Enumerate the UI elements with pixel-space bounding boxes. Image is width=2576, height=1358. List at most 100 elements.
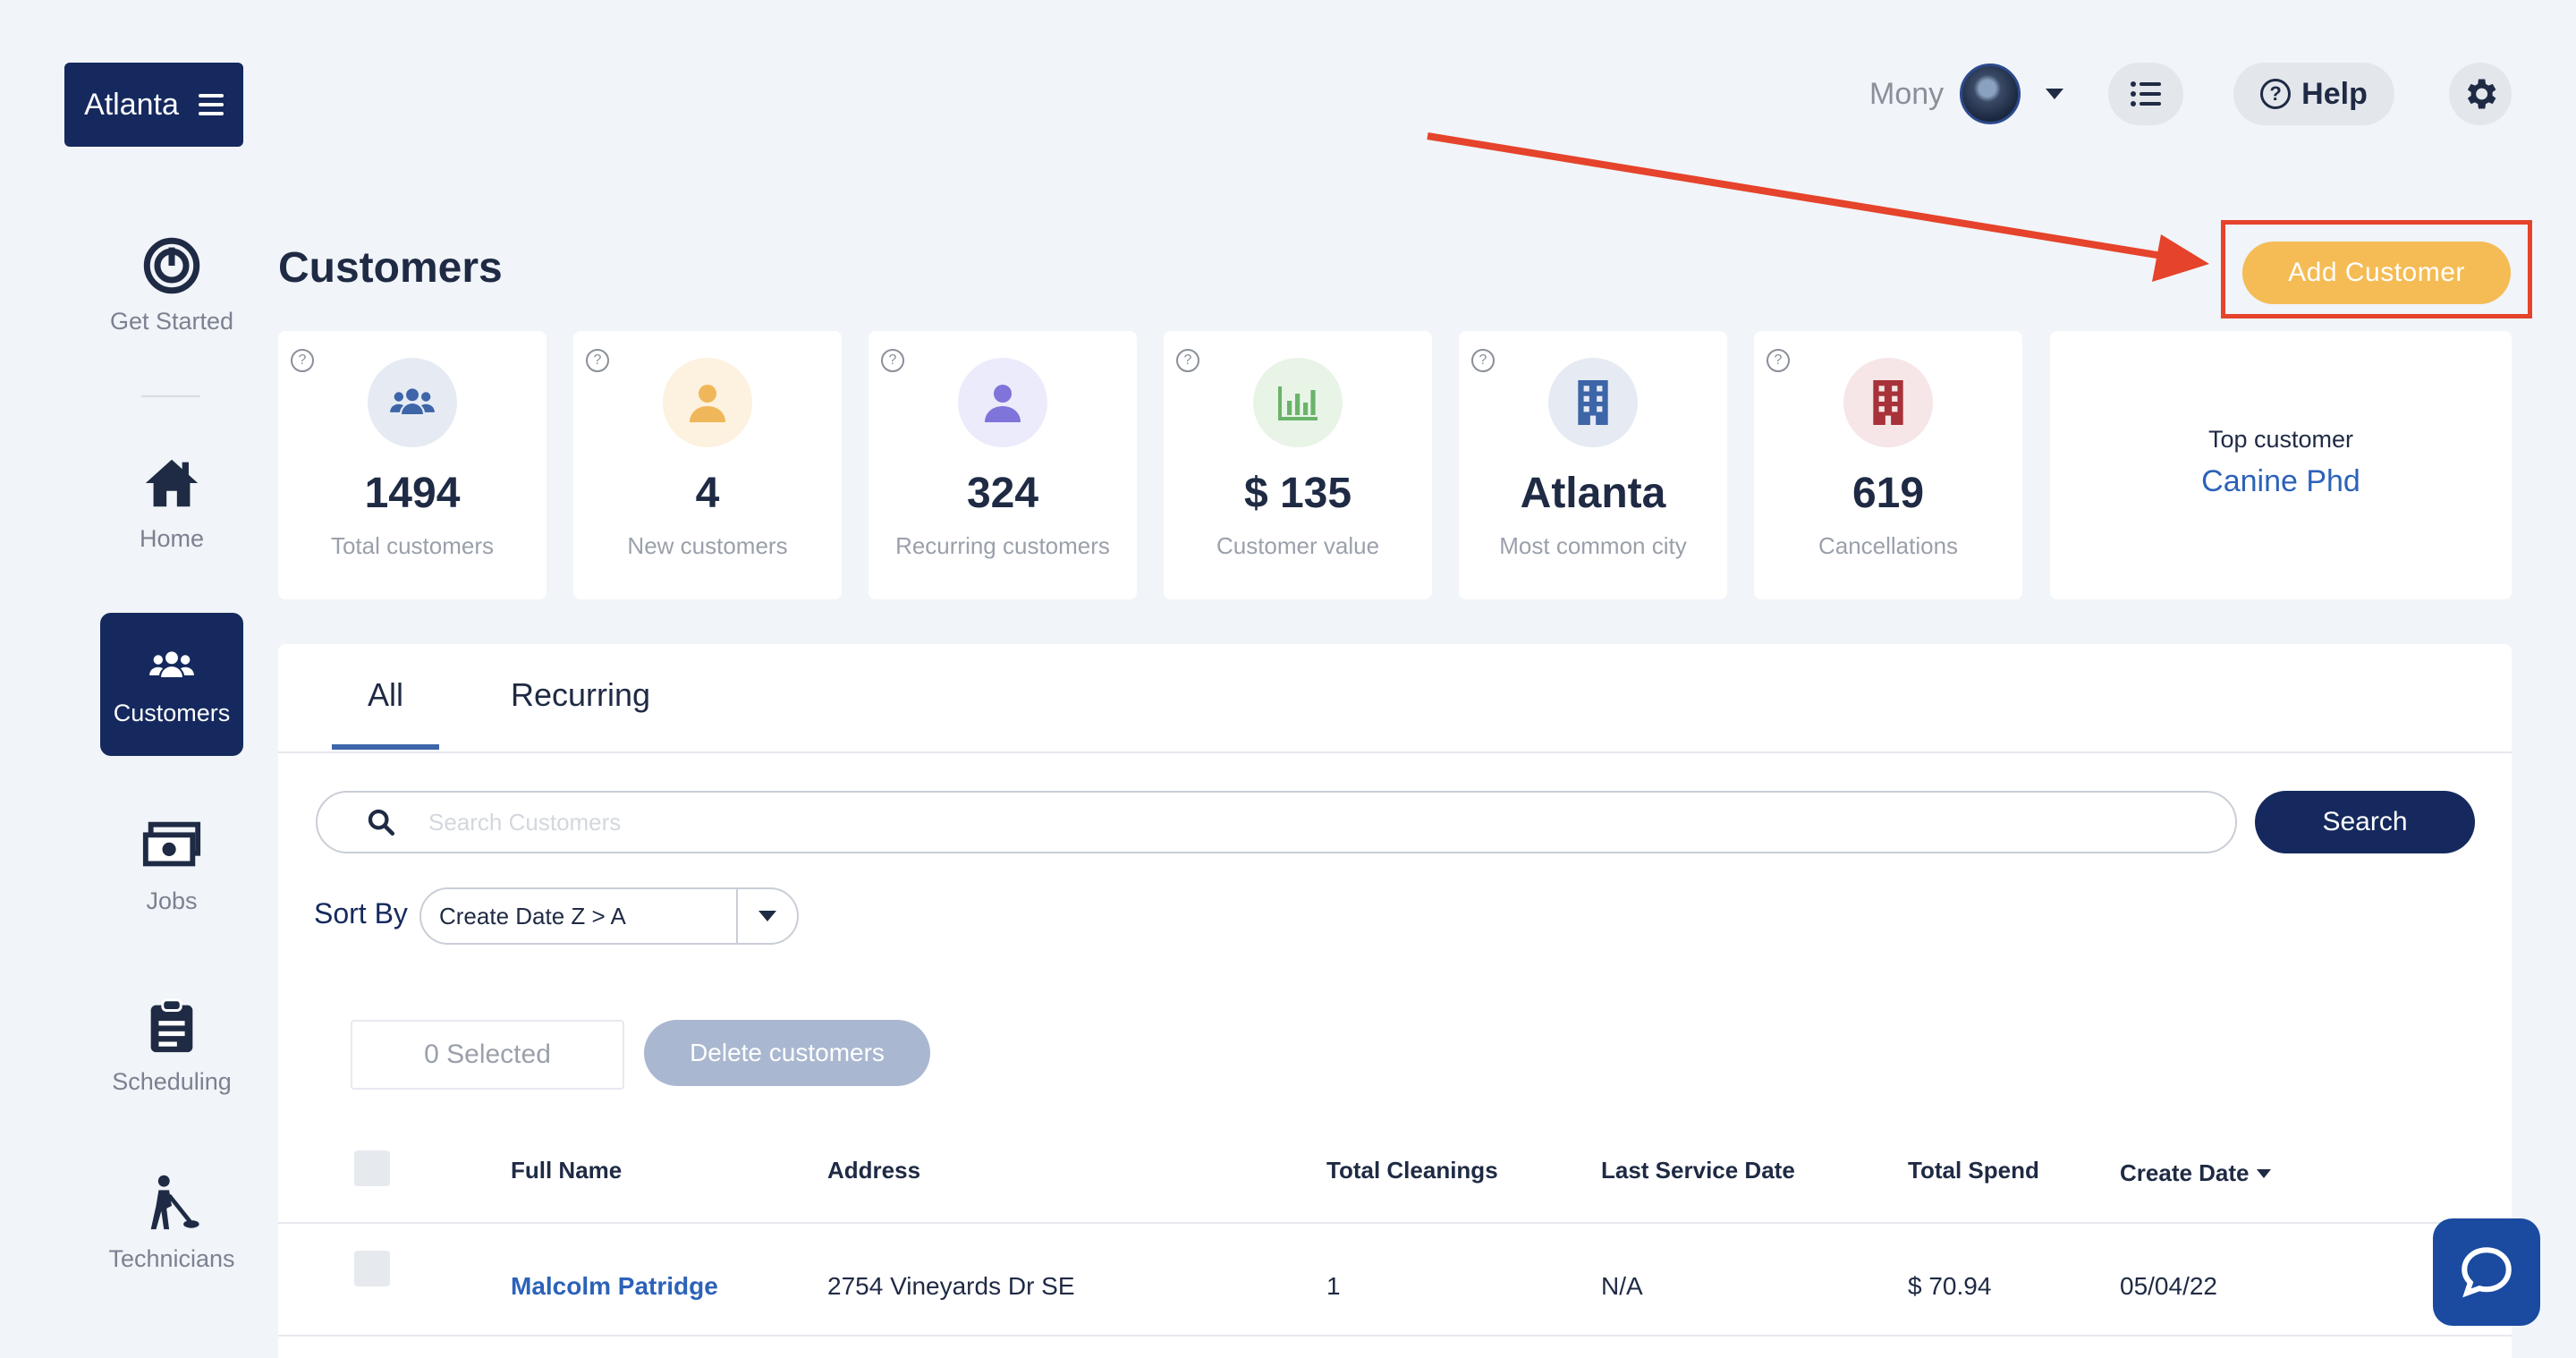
chat-icon	[2462, 1247, 2512, 1298]
sort-value: Create Date Z > A	[439, 902, 626, 929]
search-input[interactable]	[428, 808, 2128, 836]
help-button[interactable]: ? Help	[2233, 63, 2394, 125]
sidebar-item-scheduling[interactable]: Scheduling	[100, 995, 243, 1096]
sidebar-item-label: Scheduling	[112, 1068, 232, 1095]
sidebar-item-customers[interactable]: Customers	[100, 613, 243, 756]
brand-label: Atlanta	[84, 87, 179, 122]
top-customer-link[interactable]: Canine Phd	[2201, 464, 2360, 499]
select-all-checkbox[interactable]	[354, 1150, 390, 1186]
sidebar-item-jobs[interactable]: Jobs	[100, 814, 243, 915]
stat-value: 324	[966, 470, 1039, 517]
column-header-total-cleanings[interactable]: Total Cleanings	[1326, 1157, 1498, 1184]
power-icon	[143, 237, 200, 294]
user-icon	[663, 358, 752, 447]
user-menu[interactable]: Mony	[1869, 63, 2064, 125]
delete-customers-button[interactable]: Delete customers	[644, 1020, 930, 1086]
question-icon[interactable]: ?	[881, 349, 904, 372]
stat-card-new-customers: ? 4 New customers	[573, 331, 842, 599]
sidebar-item-get-started[interactable]: Get Started	[100, 234, 243, 335]
search-button[interactable]: Search	[2255, 791, 2475, 853]
stat-label: Cancellations	[1818, 532, 1959, 559]
sidebar-item-label: Technicians	[108, 1245, 235, 1272]
customer-name-link[interactable]: Malcolm Patridge	[511, 1272, 718, 1301]
stat-card-cancellations: ? 619 Cancellations	[1754, 331, 2022, 599]
search-icon	[368, 809, 395, 836]
sidebar-item-label: Jobs	[146, 887, 198, 914]
gear-icon	[2467, 79, 2496, 109]
chevron-down-icon	[736, 889, 797, 943]
search-field	[316, 791, 2237, 853]
sidebar-item-home[interactable]: Home	[100, 452, 243, 553]
stat-card-customer-value: ? $ 135 Customer value	[1164, 331, 1432, 599]
chart-icon	[1253, 358, 1343, 447]
customers-panel: All Recurring Search Sort By Create Date…	[278, 644, 2512, 1358]
clipboard-icon	[150, 998, 193, 1053]
sort-label: Sort By	[314, 897, 408, 929]
question-icon: ?	[2260, 79, 2292, 109]
sort-desc-icon	[2256, 1168, 2271, 1178]
cleaner-icon	[150, 1175, 199, 1230]
stat-card-recurring-customers: ? 324 Recurring customers	[869, 331, 1137, 599]
add-customer-button[interactable]: Add Customer	[2242, 242, 2511, 304]
sidebar-item-label: Customers	[113, 699, 231, 726]
column-header-last-service-date[interactable]: Last Service Date	[1601, 1157, 1795, 1184]
selected-count: 0 Selected	[351, 1020, 624, 1090]
question-icon[interactable]: ?	[1176, 349, 1199, 372]
user-icon	[958, 358, 1047, 447]
column-header-total-spend[interactable]: Total Spend	[1908, 1157, 2039, 1184]
users-icon	[368, 358, 457, 447]
settings-button[interactable]	[2449, 63, 2512, 125]
list-icon	[2131, 81, 2161, 106]
stat-value: 619	[1852, 470, 1925, 517]
users-icon	[149, 650, 194, 677]
row-checkbox[interactable]	[354, 1251, 390, 1286]
sidebar-item-technicians[interactable]: Technicians	[100, 1172, 243, 1273]
chevron-down-icon	[2046, 89, 2064, 99]
table-divider	[278, 1335, 2512, 1337]
cell-last-service-date: N/A	[1601, 1272, 1643, 1300]
stat-value: 1494	[364, 470, 461, 517]
cell-address: 2754 Vineyards Dr SE	[827, 1272, 1075, 1300]
stat-card-total-customers: ? 1494 Total customers	[278, 331, 547, 599]
stat-label: Most common city	[1499, 532, 1687, 559]
sidebar-divider	[141, 395, 200, 397]
stat-card-most-common-city: ? Atlanta Most common city	[1459, 331, 1727, 599]
stat-value: Atlanta	[1520, 470, 1666, 517]
sidebar-item-label: Get Started	[109, 308, 234, 335]
list-button[interactable]	[2108, 63, 2183, 125]
tab-bar: All Recurring	[278, 644, 2512, 753]
building-icon	[1548, 358, 1638, 447]
tab-all[interactable]: All	[368, 676, 403, 714]
sidebar-item-label: Home	[139, 525, 205, 552]
location-menu-button[interactable]: Atlanta	[64, 63, 243, 147]
page-title: Customers	[278, 244, 503, 292]
column-header-full-name[interactable]: Full Name	[511, 1157, 622, 1184]
cell-total-spend: $ 70.94	[1908, 1272, 1992, 1300]
question-icon[interactable]: ?	[586, 349, 609, 372]
user-name: Mony	[1869, 76, 1945, 111]
column-header-create-date[interactable]: Create Date	[2120, 1159, 2271, 1187]
question-icon[interactable]: ?	[291, 349, 314, 372]
stat-label: New customers	[627, 532, 788, 559]
sort-select[interactable]: Create Date Z > A	[419, 887, 799, 945]
cell-total-cleanings: 1	[1326, 1272, 1341, 1300]
question-icon[interactable]: ?	[1471, 349, 1495, 372]
cell-create-date: 05/04/22	[2120, 1272, 2217, 1300]
active-tab-indicator	[332, 744, 439, 750]
building-icon	[1843, 358, 1933, 447]
stat-value: $ 135	[1243, 470, 1352, 517]
home-icon	[145, 459, 199, 507]
table-divider	[278, 1222, 2512, 1224]
stat-label: Customer value	[1216, 532, 1380, 559]
question-icon[interactable]: ?	[1767, 349, 1790, 372]
column-header-address[interactable]: Address	[827, 1157, 920, 1184]
avatar	[1960, 64, 2021, 124]
stat-value: 4	[695, 470, 720, 517]
top-customer-card: Top customer Canine Phd	[2050, 331, 2512, 599]
annotation-arrow	[1427, 132, 2209, 282]
help-label: Help	[2301, 76, 2368, 111]
hamburger-icon	[198, 94, 224, 115]
stat-label: Recurring customers	[895, 532, 1110, 559]
chat-button[interactable]	[2433, 1218, 2540, 1326]
tab-recurring[interactable]: Recurring	[511, 676, 650, 714]
